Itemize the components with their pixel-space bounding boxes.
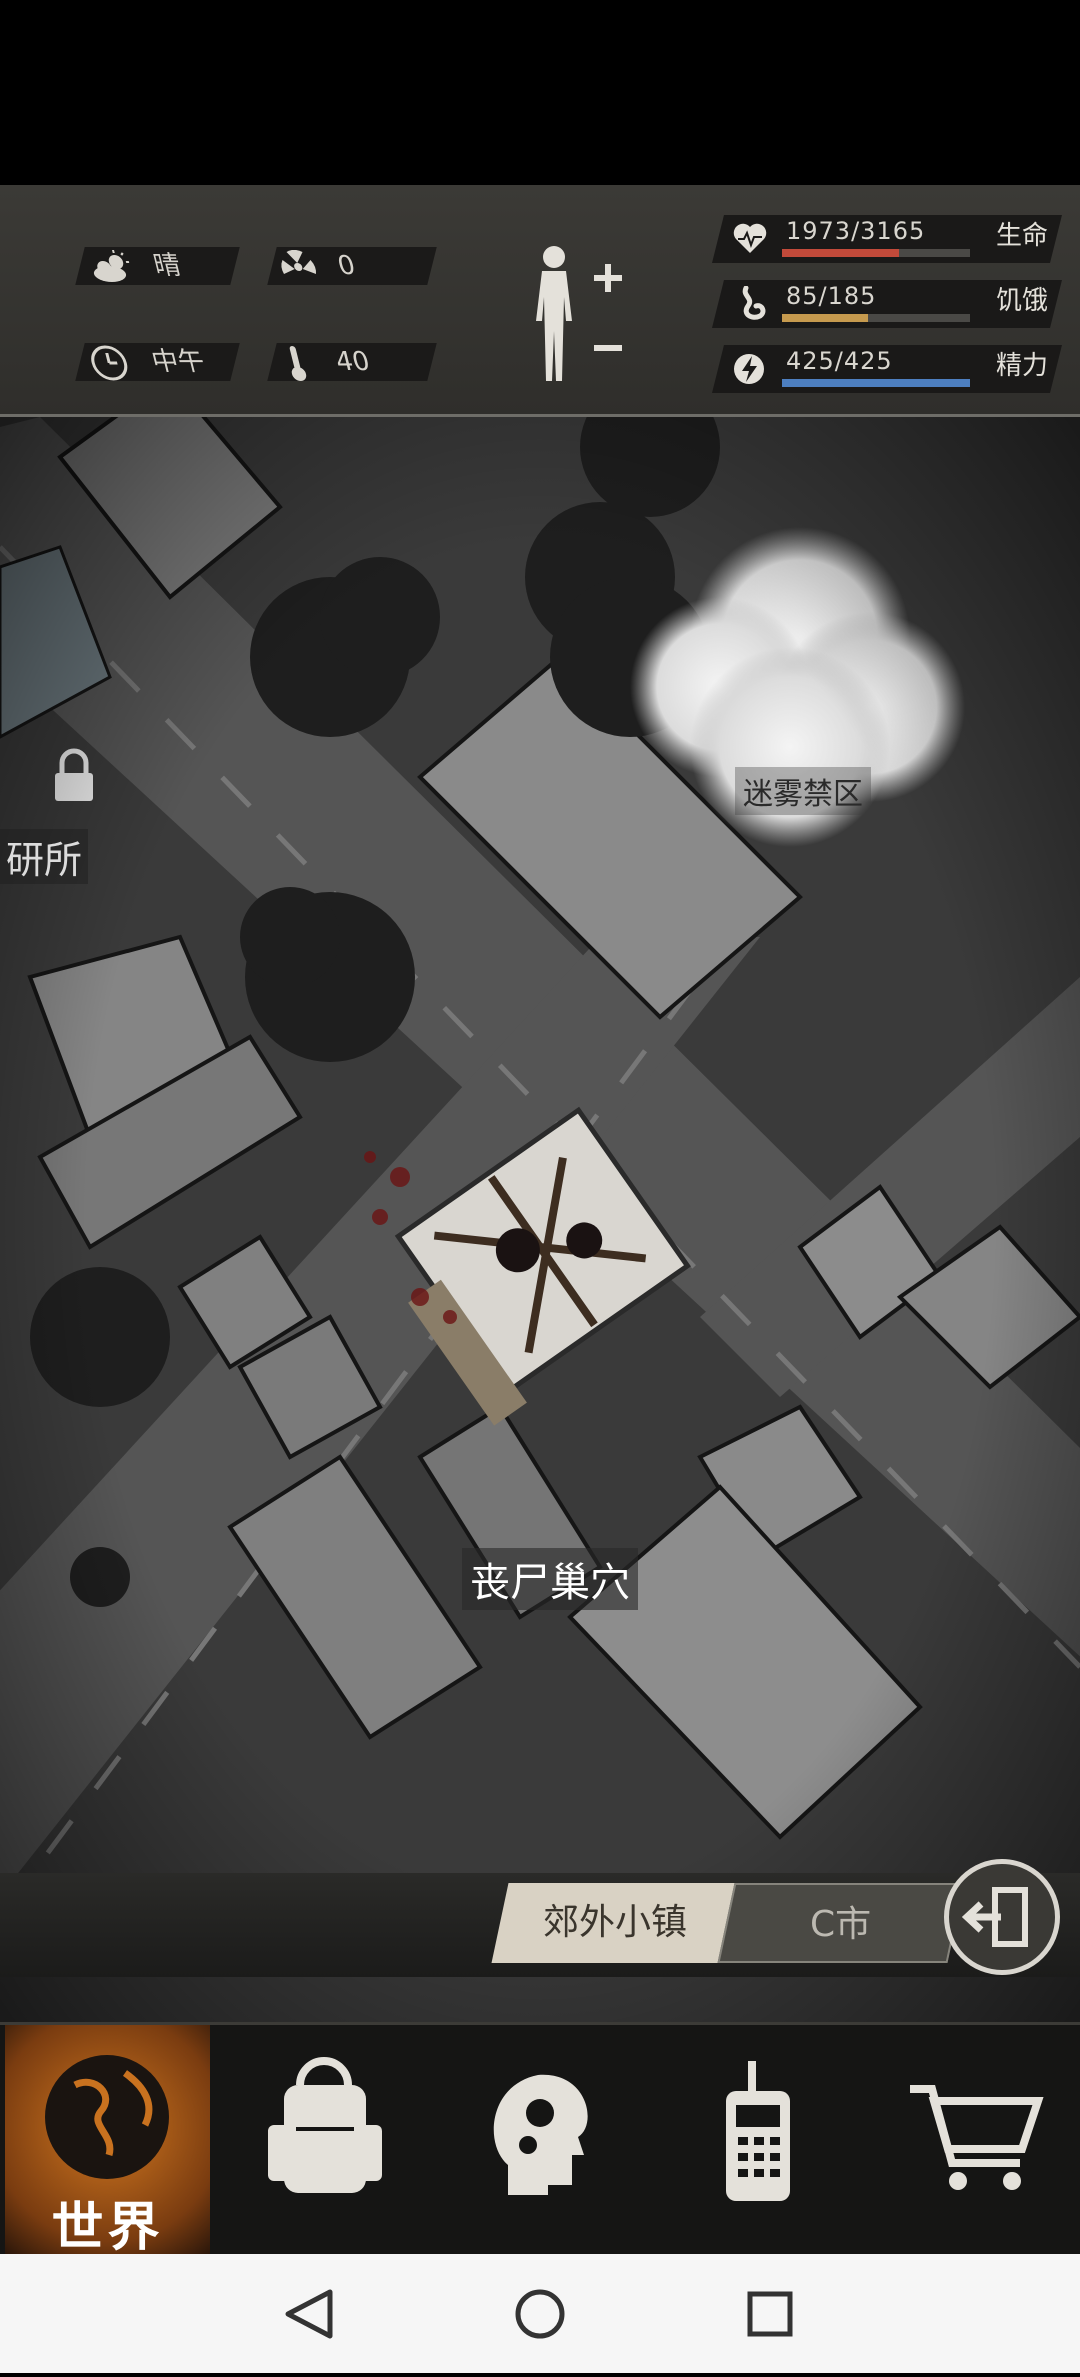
tab-c-city[interactable]: C市 <box>717 1883 965 1963</box>
cart-icon <box>910 2085 1044 2190</box>
energy-stat: 425/425 精力 <box>712 345 1062 393</box>
nav-world-label: 世界 <box>51 2198 164 2258</box>
radio-icon <box>726 2061 790 2201</box>
tab-c-city-label: C市 <box>809 1904 872 1945</box>
hunger-value: 85/185 <box>786 282 877 310</box>
weather-display: 晴 <box>85 247 185 285</box>
energy-bar <box>782 379 970 387</box>
human-body-icon <box>536 246 622 381</box>
weather-icon <box>93 249 130 282</box>
heart-icon <box>733 223 767 253</box>
backpack-icon <box>268 2057 382 2193</box>
health-label: 生命 <box>995 221 1048 251</box>
nav-skills[interactable] <box>438 2025 643 2254</box>
skills-head-icon <box>493 2074 588 2195</box>
region-tab-bar: 郊外小镇 C市 <box>0 1859 1080 1977</box>
exit-door-icon <box>961 1887 1028 1947</box>
tab-suburb-town-label: 郊外小镇 <box>542 1902 687 1943</box>
hunger-bar <box>782 314 970 322</box>
map-graphics <box>0 417 1080 2022</box>
radiation-display: 0 <box>275 247 359 285</box>
nav-shop[interactable] <box>870 2025 1075 2254</box>
temperature-display: 40 <box>281 343 374 381</box>
top-black-bar <box>0 0 1080 185</box>
energy-icon <box>734 354 764 384</box>
location-fog-zone[interactable]: 迷雾禁区 <box>735 767 871 815</box>
health-value: 1973/3165 <box>786 217 926 245</box>
location-zombie-nest[interactable]: 丧尸巢穴 <box>462 1548 638 1610</box>
bottom-navigation: 世界 <box>0 2022 1080 2258</box>
back-icon <box>285 2289 333 2339</box>
health-bar <box>782 249 970 257</box>
home-icon <box>515 2289 565 2339</box>
character-body-button[interactable] <box>520 241 630 391</box>
nav-radio[interactable] <box>654 2025 859 2254</box>
system-nav-icons <box>285 2289 793 2339</box>
world-map[interactable]: 迷雾禁区 研所 丧尸巢穴 <box>0 417 1080 2022</box>
health-stat: 1973/3165 生命 <box>712 215 1062 263</box>
nav-world[interactable]: 世界 <box>5 2025 210 2258</box>
exit-button[interactable] <box>944 1859 1060 1975</box>
energy-label: 精力 <box>995 351 1048 381</box>
tab-suburb-town[interactable]: 郊外小镇 <box>491 1883 739 1963</box>
nav-backpack[interactable] <box>222 2025 427 2254</box>
system-navigation-bar <box>0 2254 1080 2373</box>
clock-icon <box>91 345 128 380</box>
status-hud: 晴 0 中午 40 1973/3165 生命 85/185 饥饿 425/425… <box>0 185 1080 417</box>
radiation-icon <box>281 249 316 274</box>
time-display: 中午 <box>85 343 209 381</box>
location-research[interactable]: 研所 <box>0 829 89 884</box>
hunger-stat: 85/185 饥饿 <box>712 280 1062 328</box>
recents-icon <box>747 2291 793 2337</box>
energy-value: 425/425 <box>786 347 893 375</box>
stomach-icon <box>742 286 766 320</box>
time-text: 中午 <box>148 347 209 377</box>
hunger-label: 饥饿 <box>995 286 1048 316</box>
